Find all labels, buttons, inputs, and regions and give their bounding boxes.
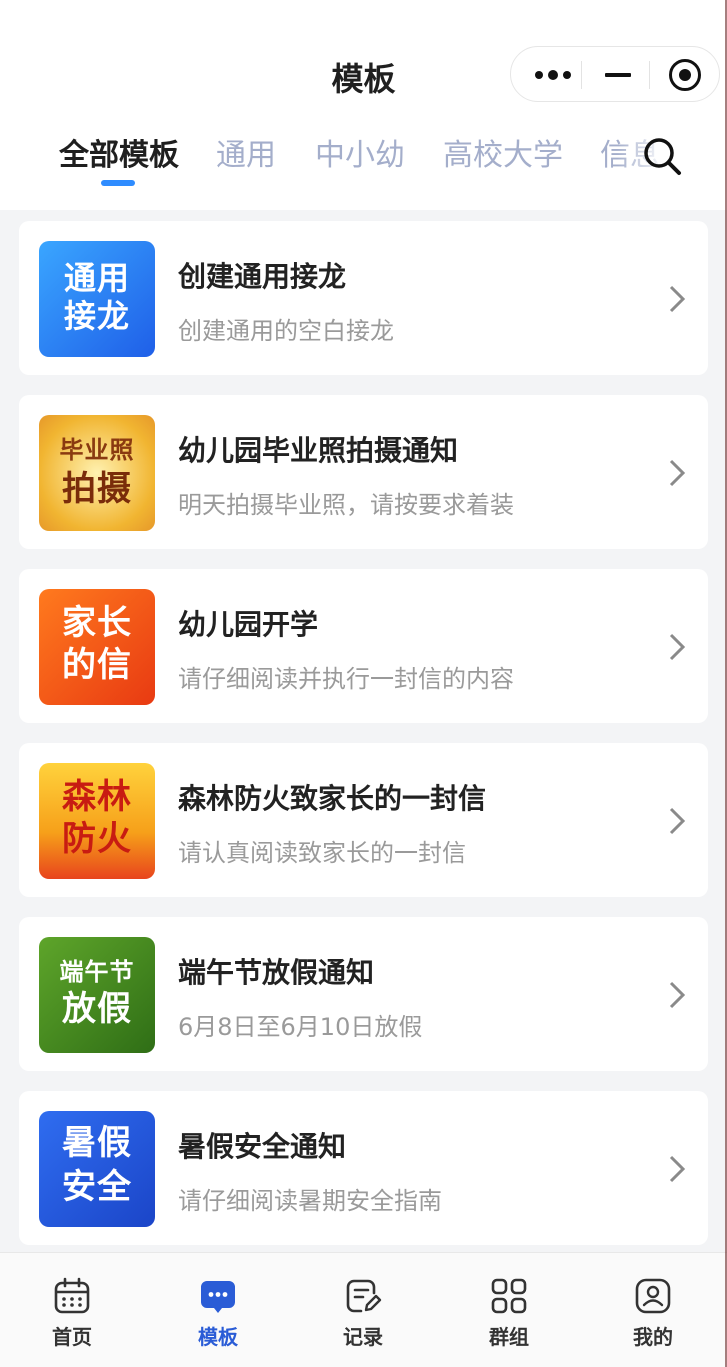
bottom-tab-bar: 首页 模板 记录 群组 我的 [0,1252,727,1367]
template-card[interactable]: 家长 的信 幼儿园开学 请仔细阅读并执行一封信的内容 [19,569,708,723]
template-title: 暑假安全通知 [178,1130,347,1163]
template-title: 幼儿园开学 [178,608,319,641]
mini-program-capsule [510,46,720,102]
tabbar-records[interactable]: 记录 [313,1253,413,1367]
active-tab-indicator [101,180,135,186]
template-subtitle: 请认真阅读致家长的一封信 [178,839,466,867]
tab-k12[interactable]: 中小幼 [315,130,405,174]
template-title: 端午节放假通知 [178,956,375,989]
template-card[interactable]: 暑假 安全 暑假安全通知 请仔细阅读暑期安全指南 [19,1091,708,1245]
tabbar-label: 记录 [343,1325,383,1349]
tab-all[interactable]: 全部模板 [59,130,179,174]
tabbar-home[interactable]: 首页 [22,1253,122,1367]
tabbar-mine[interactable]: 我的 [603,1253,703,1367]
template-thumbnail: 端午节 放假 [39,937,155,1053]
target-icon [669,59,701,91]
more-button[interactable] [513,47,581,103]
tabbar-groups[interactable]: 群组 [459,1253,559,1367]
template-thumbnail: 暑假 安全 [39,1111,155,1227]
tabbar-label: 首页 [52,1325,92,1349]
tabbar-label: 模板 [198,1325,238,1349]
close-button[interactable] [651,47,719,103]
template-thumbnail: 通用 接龙 [39,241,155,357]
user-icon [635,1278,671,1314]
chevron-right-icon [669,633,686,661]
template-card[interactable]: 森林 防火 森林防火致家长的一封信 请认真阅读致家长的一封信 [19,743,708,897]
tabbar-label: 我的 [633,1325,673,1349]
more-icon [535,70,571,80]
template-subtitle: 创建通用的空白接龙 [178,317,394,345]
template-subtitle: 请仔细阅读并执行一封信的内容 [178,665,514,693]
template-title: 幼儿园毕业照拍摄通知 [178,434,459,467]
template-subtitle: 6月8日至6月10日放假 [178,1013,423,1041]
tab-university[interactable]: 高校大学 [443,130,563,174]
minimize-icon [605,73,631,77]
chevron-right-icon [669,807,686,835]
chevron-right-icon [669,981,686,1009]
header: 模板 全部模板 通用 中小幼 高校大学 信息 [0,0,727,210]
template-title: 创建通用接龙 [178,260,347,293]
category-tabs: 全部模板 通用 中小幼 高校大学 信息 [0,130,727,190]
template-subtitle: 明天拍摄毕业照，请按要求着装 [178,491,514,519]
template-card[interactable]: 通用 接龙 创建通用接龙 创建通用的空白接龙 [19,221,708,375]
template-thumbnail: 毕业照 拍摄 [39,415,155,531]
capsule-divider [649,61,650,89]
chevron-right-icon [669,285,686,313]
template-card[interactable]: 毕业照 拍摄 幼儿园毕业照拍摄通知 明天拍摄毕业照，请按要求着装 [19,395,708,549]
capsule-divider [581,61,582,89]
template-thumbnail: 家长 的信 [39,589,155,705]
minimize-button[interactable] [583,47,651,103]
edit-note-icon [346,1279,382,1313]
template-title: 森林防火致家长的一封信 [178,782,487,815]
chevron-right-icon [669,1155,686,1183]
tabbar-templates[interactable]: 模板 [168,1253,268,1367]
template-card[interactable]: 端午节 放假 端午节放假通知 6月8日至6月10日放假 [19,917,708,1071]
tabbar-label: 群组 [489,1325,529,1349]
chat-bubble-icon [201,1281,235,1313]
calendar-icon [54,1277,90,1314]
grid-icon [491,1278,527,1314]
search-icon[interactable] [642,136,682,176]
chevron-right-icon [669,459,686,487]
tab-general[interactable]: 通用 [216,130,276,174]
template-thumbnail: 森林 防火 [39,763,155,879]
template-subtitle: 请仔细阅读暑期安全指南 [178,1187,442,1215]
